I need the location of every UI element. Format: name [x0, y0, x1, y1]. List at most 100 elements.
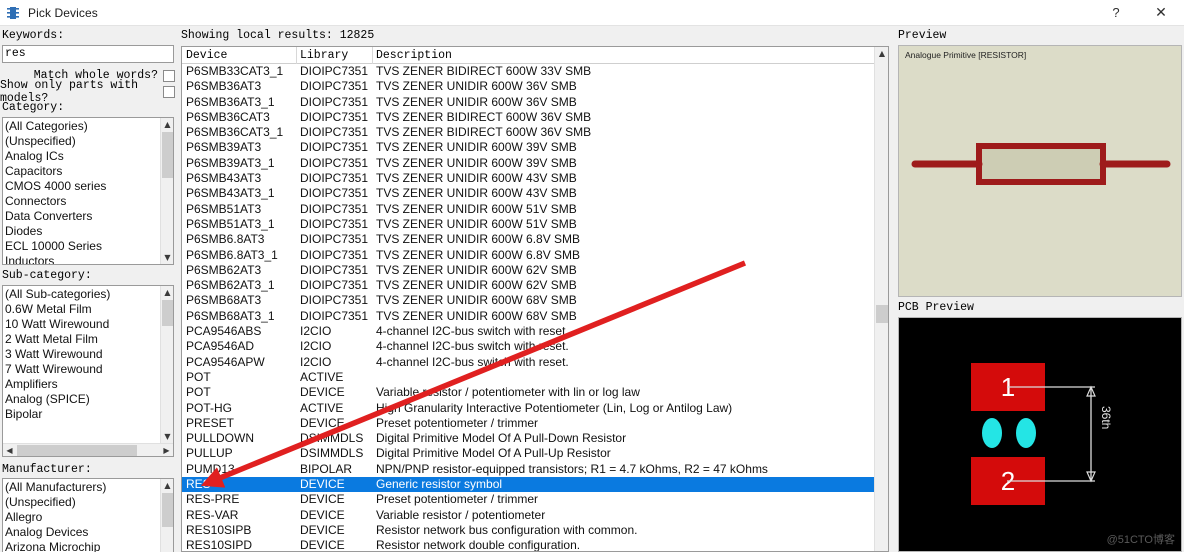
table-row[interactable]: P6SMB36CAT3_1 DIOIPC7351 TVS ZENER BIDIREC…: [182, 125, 888, 140]
subcategory-hscrollbar[interactable]: ◀ ▶: [3, 443, 173, 456]
table-row[interactable]: P6SMB36CAT3 DIOIPC7351 TVS ZENER BIDIRECT …: [182, 110, 888, 125]
table-row[interactable]: POT ACTIVE: [182, 370, 888, 385]
match-whole-words-checkbox[interactable]: [163, 69, 175, 82]
manufacturer-item-4[interactable]: Arizona Microchip: [5, 540, 173, 552]
cell-library: DEVICE: [300, 477, 345, 492]
subcategory-item-2[interactable]: 10 Watt Wirewound: [5, 317, 173, 332]
table-row[interactable]: RES-PRE DEVICE Preset potentiometer / trim…: [182, 492, 888, 507]
table-row[interactable]: PULLDOWN DSIMMDLS Digital Primitive Model …: [182, 431, 888, 446]
category-item-5[interactable]: Connectors: [5, 194, 173, 209]
manufacturer-items[interactable]: (All Manufacturers) (Unspecified) Allegro A…: [3, 479, 173, 552]
table-row[interactable]: POT DEVICE Variable resistor / potentiomet…: [182, 385, 888, 400]
table-row[interactable]: P6SMB51AT3 DIOIPC7351 TVS ZENER UNIDIR 600…: [182, 202, 888, 217]
scroll-down-icon[interactable]: ▼: [161, 251, 173, 264]
table-row[interactable]: P6SMB62AT3 DIOIPC7351 TVS ZENER UNIDIR 600…: [182, 263, 888, 278]
cell-library: DEVICE: [300, 538, 345, 552]
category-item-3[interactable]: Capacitors: [5, 164, 173, 179]
table-row[interactable]: PCA9546AD I2CIO 4-channel I2C-bus switch w…: [182, 339, 888, 354]
table-row[interactable]: P6SMB6.8AT3 DIOIPC7351 TVS ZENER UNIDIR 60…: [182, 232, 888, 247]
column-divider[interactable]: [296, 47, 297, 64]
category-listbox[interactable]: (All Categories) (Unspecified) Analog ICs C…: [2, 117, 174, 265]
table-row[interactable]: P6SMB33CAT3_1 DIOIPC7351 TVS ZENER BIDIREC…: [182, 64, 888, 79]
show-only-with-models-row[interactable]: Show only parts with models?: [0, 79, 175, 105]
subcategory-scroll-thumb[interactable]: [162, 300, 173, 326]
table-row[interactable]: POT-HG ACTIVE High Granularity Interactive…: [182, 401, 888, 416]
category-item-7[interactable]: Diodes: [5, 224, 173, 239]
category-items[interactable]: (All Categories) (Unspecified) Analog ICs C…: [3, 118, 173, 264]
table-row[interactable]: P6SMB43AT3_1 DIOIPC7351 TVS ZENER UNIDIR 6…: [182, 186, 888, 201]
category-item-8[interactable]: ECL 10000 Series: [5, 239, 173, 254]
subcategory-hscroll-thumb[interactable]: [17, 445, 137, 456]
cell-device: P6SMB68AT3: [186, 293, 262, 308]
table-row[interactable]: PCA9546APW I2CIO 4-channel I2C-bus switch …: [182, 355, 888, 370]
scroll-up-icon[interactable]: ▲: [161, 286, 173, 299]
scroll-left-icon[interactable]: ◀: [3, 444, 16, 456]
subcategory-item-0[interactable]: (All Sub-categories): [5, 287, 173, 302]
category-item-6[interactable]: Data Converters: [5, 209, 173, 224]
device-results-grid[interactable]: Device Library Description P6SMB33CAT3_1…: [181, 46, 889, 552]
results-scrollbar[interactable]: ▲: [874, 47, 888, 551]
subcategory-items[interactable]: (All Sub-categories) 0.6W Metal Film 10 Wa…: [3, 286, 173, 422]
category-item-1[interactable]: (Unspecified): [5, 134, 173, 149]
keywords-input[interactable]: res: [2, 45, 174, 63]
cell-library: DSIMMDLS: [300, 446, 364, 461]
table-row[interactable]: P6SMB68AT3_1 DIOIPC7351 TVS ZENER UNIDIR 6…: [182, 309, 888, 324]
table-row[interactable]: P6SMB36AT3_1 DIOIPC7351 TVS ZENER UNIDIR 6…: [182, 95, 888, 110]
category-item-2[interactable]: Analog ICs: [5, 149, 173, 164]
show-only-with-models-checkbox[interactable]: [163, 85, 175, 98]
help-button[interactable]: ?: [1094, 0, 1138, 26]
table-row[interactable]: RES10SIPD DEVICE Resistor network double c…: [182, 538, 888, 552]
manufacturer-scrollbar[interactable]: ▲: [160, 479, 173, 552]
table-row[interactable]: P6SMB39AT3 DIOIPC7351 TVS ZENER UNIDIR 600…: [182, 140, 888, 155]
subcategory-item-3[interactable]: 2 Watt Metal Film: [5, 332, 173, 347]
cell-description: 4-channel I2C-bus switch with reset.: [376, 339, 569, 354]
manufacturer-listbox[interactable]: (All Manufacturers) (Unspecified) Allegro A…: [2, 478, 174, 552]
scroll-up-icon[interactable]: ▲: [161, 118, 173, 131]
grid-rows[interactable]: P6SMB33CAT3_1 DIOIPC7351 TVS ZENER BIDIREC…: [182, 64, 888, 552]
subcategory-listbox[interactable]: (All Sub-categories) 0.6W Metal Film 10 Wa…: [2, 285, 174, 457]
results-scroll-thumb[interactable]: [876, 305, 888, 323]
table-row[interactable]: P6SMB68AT3 DIOIPC7351 TVS ZENER UNIDIR 600…: [182, 293, 888, 308]
subcategory-item-1[interactable]: 0.6W Metal Film: [5, 302, 173, 317]
category-scrollbar[interactable]: ▲ ▼: [160, 118, 173, 264]
scroll-up-icon[interactable]: ▲: [875, 47, 888, 60]
manufacturer-item-1[interactable]: (Unspecified): [5, 495, 173, 510]
manufacturer-item-3[interactable]: Analog Devices: [5, 525, 173, 540]
manufacturer-item-2[interactable]: Allegro: [5, 510, 173, 525]
table-row[interactable]: P6SMB62AT3_1 DIOIPC7351 TVS ZENER UNIDIR 6…: [182, 278, 888, 293]
table-row[interactable]: PCA9546ABS I2CIO 4-channel I2C-bus switch …: [182, 324, 888, 339]
subcategory-item-8[interactable]: Bipolar: [5, 407, 173, 422]
scroll-down-icon[interactable]: ▼: [161, 430, 173, 443]
table-row[interactable]: RES-VAR DEVICE Variable resistor / potenti…: [182, 508, 888, 523]
table-row[interactable]: RES10SIPB DEVICE Resistor network bus conf…: [182, 523, 888, 538]
subcategory-vscrollbar[interactable]: ▲ ▼: [160, 286, 173, 443]
cell-description: TVS ZENER UNIDIR 600W 51V SMB: [376, 216, 577, 231]
category-item-4[interactable]: CMOS 4000 series: [5, 179, 173, 194]
category-item-9[interactable]: Inductors: [5, 254, 173, 264]
subcategory-item-7[interactable]: Analog (SPICE): [5, 392, 173, 407]
close-button[interactable]: ✕: [1138, 0, 1184, 26]
subcategory-item-4[interactable]: 3 Watt Wirewound: [5, 347, 173, 362]
subcategory-item-6[interactable]: Amplifiers: [5, 377, 173, 392]
table-row[interactable]: P6SMB43AT3 DIOIPC7351 TVS ZENER UNIDIR 600…: [182, 171, 888, 186]
table-row[interactable]: PRESET DEVICE Preset potentiometer / trimm…: [182, 416, 888, 431]
column-header-library[interactable]: Library: [300, 48, 348, 63]
subcategory-item-5[interactable]: 7 Watt Wirewound: [5, 362, 173, 377]
column-header-description[interactable]: Description: [376, 48, 452, 63]
table-row[interactable]: P6SMB6.8AT3_1 DIOIPC7351 TVS ZENER UNIDIR …: [182, 248, 888, 263]
cell-device: P6SMB43AT3: [186, 171, 262, 186]
table-row[interactable]: RES DEVICE Generic resistor symbol: [182, 477, 888, 493]
table-row[interactable]: PUMD13 BIPOLAR NPN/PNP resistor-equipped t…: [182, 462, 888, 477]
scroll-up-icon[interactable]: ▲: [161, 479, 173, 492]
category-item-0[interactable]: (All Categories): [5, 119, 173, 134]
manufacturer-item-0[interactable]: (All Manufacturers): [5, 480, 173, 495]
column-divider[interactable]: [372, 47, 373, 64]
table-row[interactable]: P6SMB39AT3_1 DIOIPC7351 TVS ZENER UNIDIR 6…: [182, 156, 888, 171]
table-row[interactable]: P6SMB36AT3 DIOIPC7351 TVS ZENER UNIDIR 600…: [182, 79, 888, 94]
table-row[interactable]: P6SMB51AT3_1 DIOIPC7351 TVS ZENER UNIDIR 6…: [182, 217, 888, 232]
scroll-right-icon[interactable]: ▶: [160, 444, 173, 456]
manufacturer-scroll-thumb[interactable]: [162, 493, 173, 527]
category-scroll-thumb[interactable]: [162, 132, 173, 178]
column-header-device[interactable]: Device: [186, 48, 227, 63]
table-row[interactable]: PULLUP DSIMMDLS Digital Primitive Model Of…: [182, 446, 888, 461]
